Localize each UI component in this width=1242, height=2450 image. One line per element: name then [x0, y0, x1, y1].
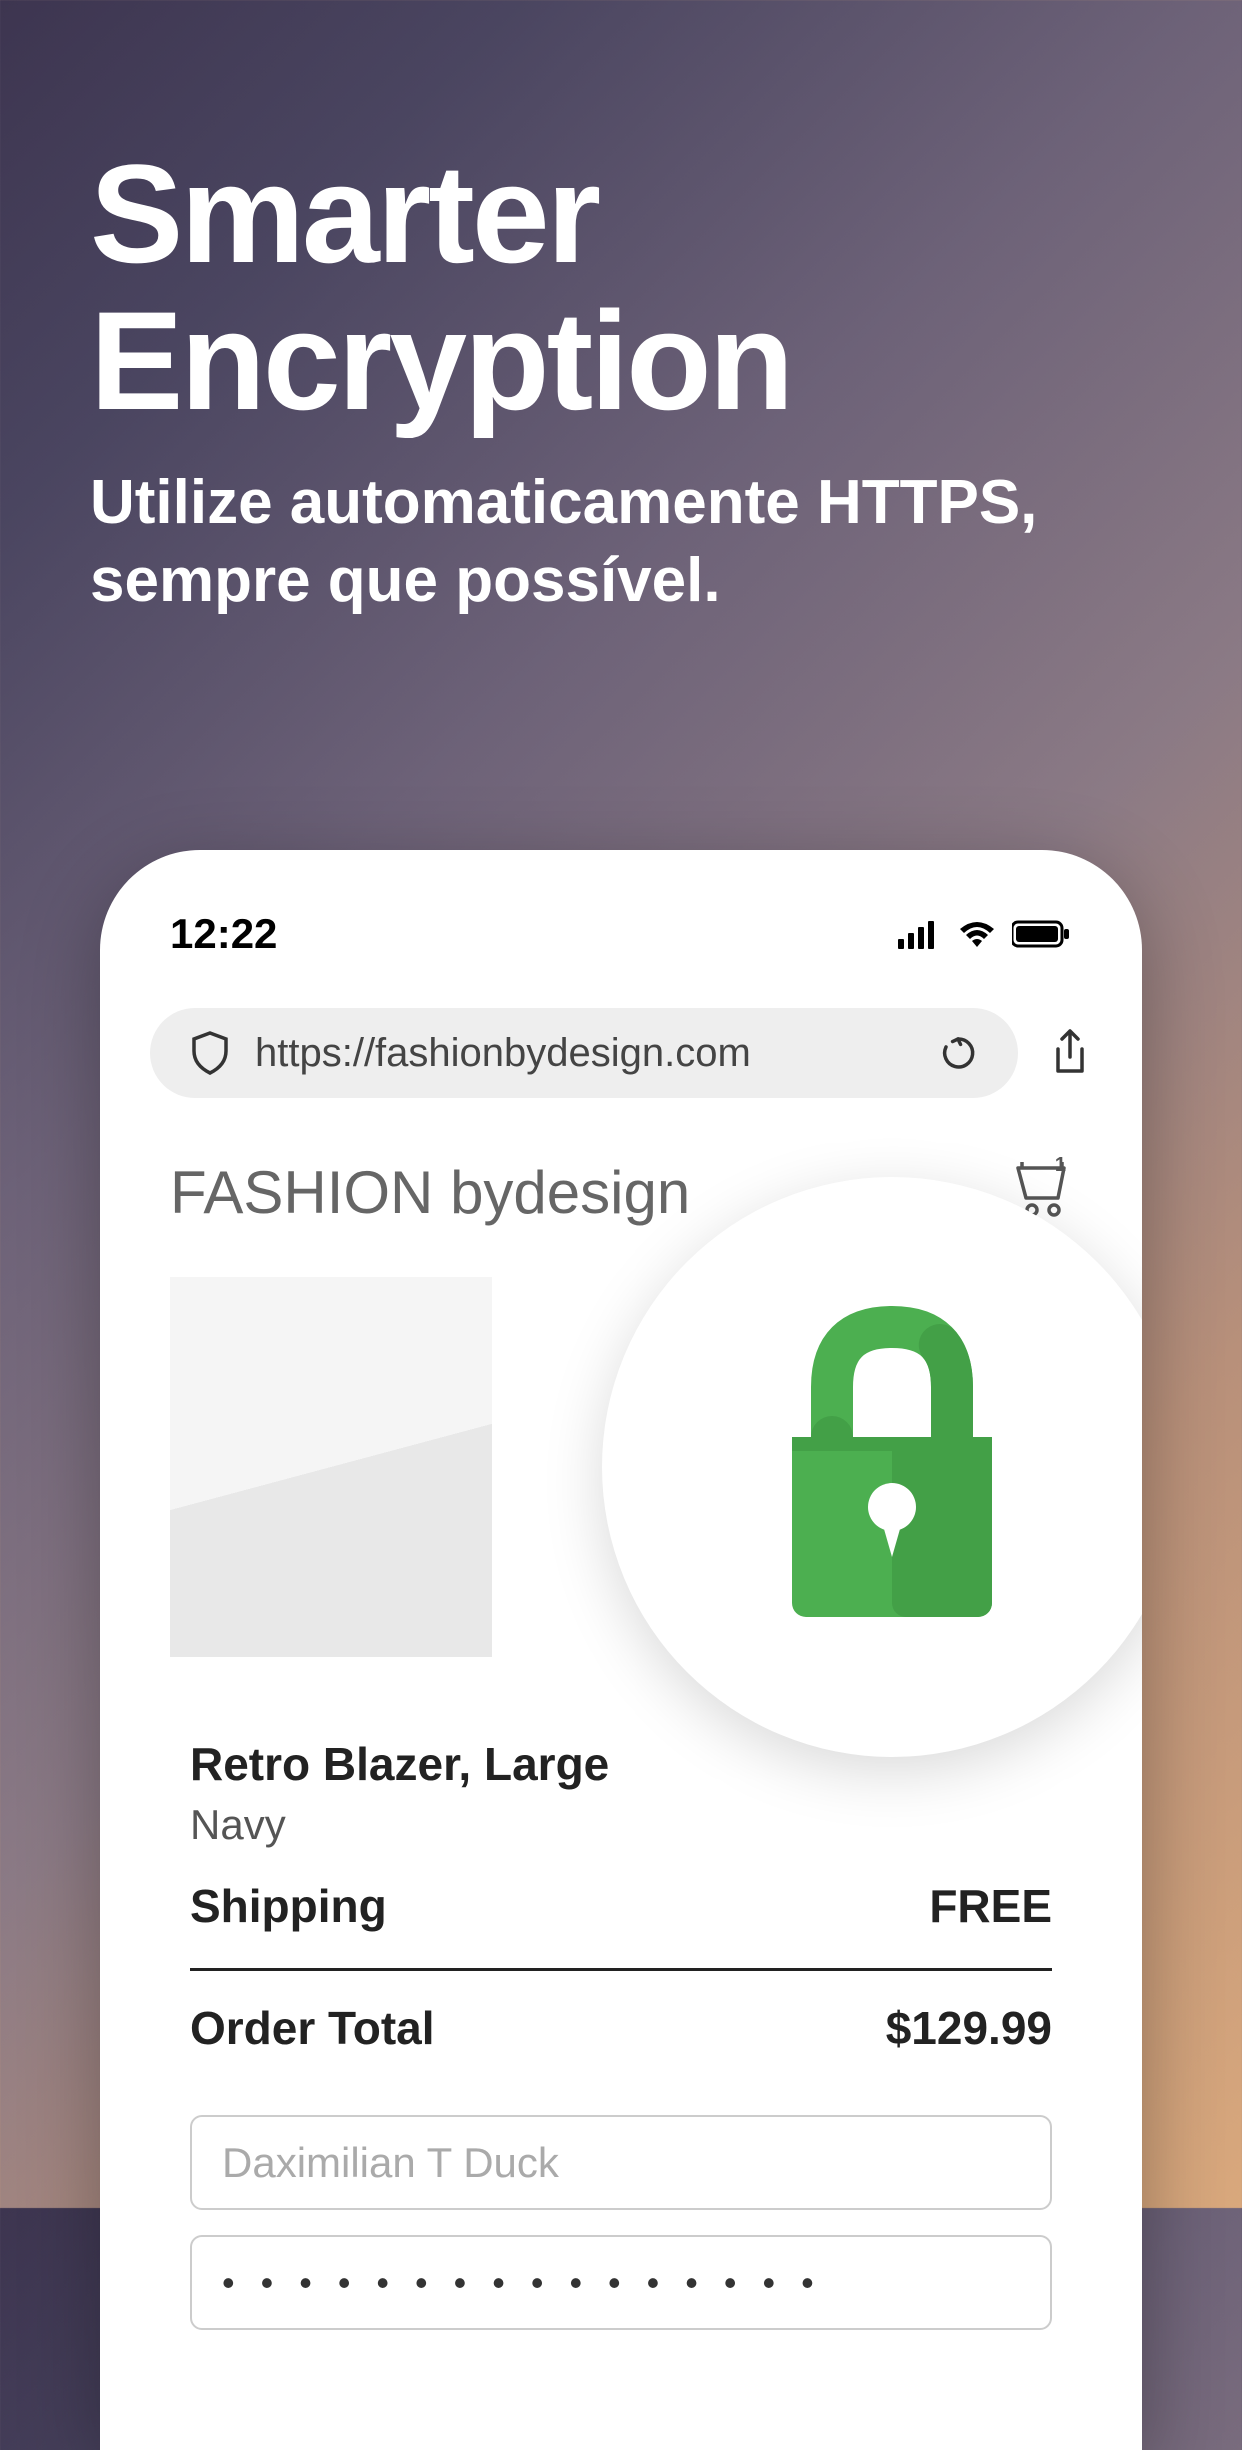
- checkout-content: Retro Blazer, Large Navy Shipping FREE O…: [100, 1257, 1142, 2395]
- shipping-row: Shipping FREE: [190, 1879, 1052, 1971]
- total-row: Order Total $129.99: [190, 1971, 1052, 2055]
- total-value: $129.99: [886, 2001, 1052, 2055]
- product-image-placeholder: [170, 1277, 492, 1657]
- site-title-sub: bydesign: [450, 1159, 690, 1226]
- wifi-icon: [956, 919, 998, 949]
- status-bar: 12:22: [100, 850, 1142, 988]
- site-title-brand: FASHION: [170, 1159, 450, 1226]
- lock-badge: [602, 1177, 1142, 1757]
- card-input-value: • • • • • • • • • • • • • • • •: [222, 2262, 822, 2304]
- phone-mockup: 12:22 https://fas: [100, 850, 1142, 2450]
- lock-icon: [742, 1297, 1042, 1637]
- browser-toolbar: https://fashionbydesign.com: [100, 988, 1142, 1128]
- product-color: Navy: [190, 1801, 1052, 1849]
- shipping-value: FREE: [929, 1879, 1052, 1933]
- shipping-label: Shipping: [190, 1879, 387, 1933]
- card-input[interactable]: • • • • • • • • • • • • • • • •: [190, 2235, 1052, 2330]
- total-label: Order Total: [190, 2001, 435, 2055]
- share-icon[interactable]: [1048, 1027, 1092, 1079]
- shield-icon[interactable]: [190, 1031, 230, 1075]
- hero-subtitle: Utilize automaticamente HTTPS, sempre qu…: [0, 464, 1242, 619]
- site-title: FASHION bydesign: [170, 1158, 690, 1227]
- name-input-value: Daximilian T Duck: [222, 2139, 559, 2187]
- reload-icon[interactable]: [938, 1033, 978, 1073]
- name-input[interactable]: Daximilian T Duck: [190, 2115, 1052, 2210]
- order-summary: Retro Blazer, Large Navy Shipping FREE O…: [170, 1737, 1072, 2330]
- status-time: 12:22: [170, 910, 277, 958]
- cart-count: 1: [1055, 1154, 1066, 1177]
- hero-title: Smarter Encryption: [0, 0, 1242, 464]
- status-icons: [898, 919, 1072, 949]
- signal-icon: [898, 919, 942, 949]
- battery-icon: [1012, 920, 1072, 948]
- url-text: https://fashionbydesign.com: [255, 1031, 913, 1076]
- address-bar[interactable]: https://fashionbydesign.com: [150, 1008, 1018, 1098]
